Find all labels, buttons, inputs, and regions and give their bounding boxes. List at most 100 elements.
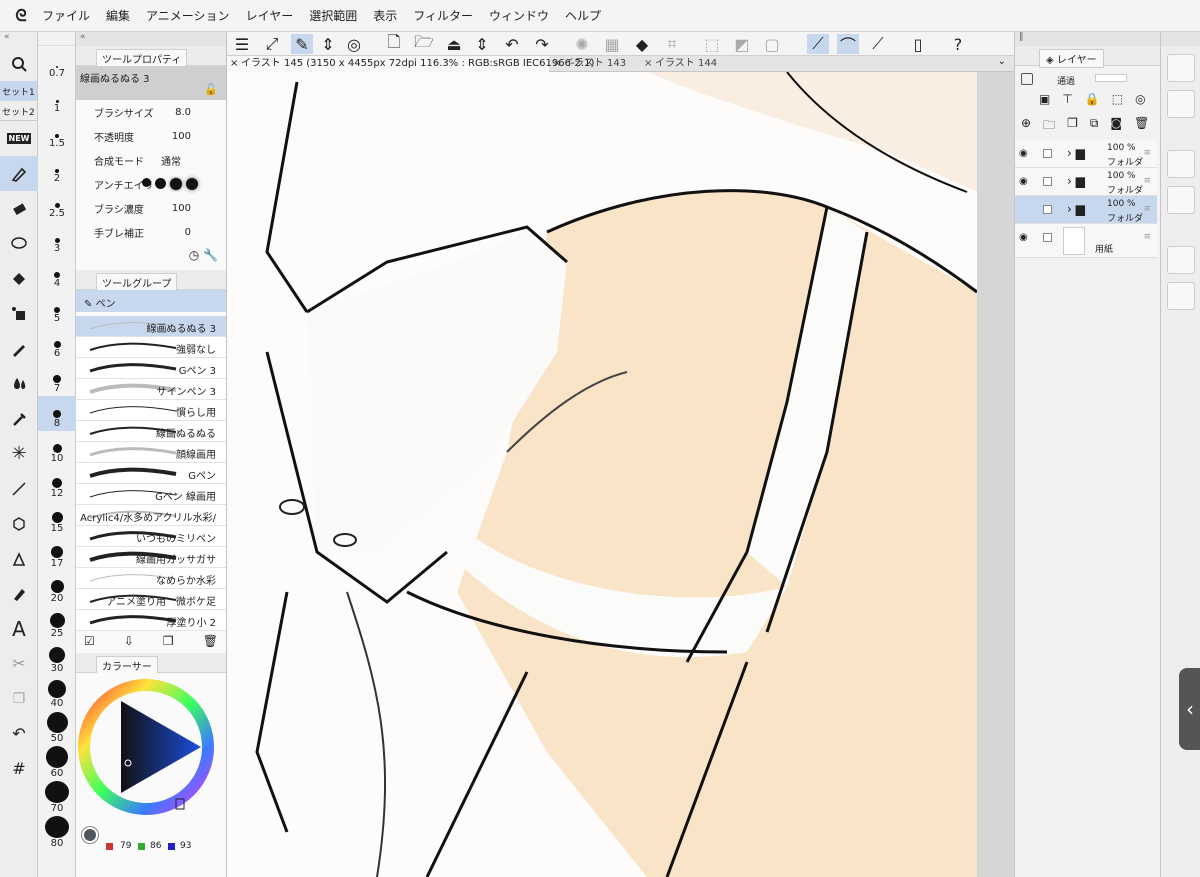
duplicate-icon[interactable]: ❐ — [163, 634, 174, 650]
tab-illust-144[interactable]: × イラスト 144 — [641, 56, 731, 72]
lasso-tool[interactable] — [0, 226, 38, 261]
brush-size-item[interactable]: 70 — [38, 781, 76, 816]
collapse-left-icon[interactable]: « — [0, 32, 37, 46]
new-folder-icon[interactable]: 🗀 — [1043, 116, 1055, 140]
merge-icon[interactable]: ⧉ — [1090, 116, 1099, 140]
blend-mode-row[interactable]: 合成モード 通常 — [76, 148, 226, 172]
menu-help[interactable]: ヘルプ — [565, 7, 601, 24]
brush-size-item[interactable]: 25 — [38, 606, 76, 641]
sub-tool-item[interactable]: Gペン — [76, 463, 226, 484]
fill-tool[interactable] — [0, 261, 38, 296]
dropper-tool[interactable] — [0, 401, 38, 436]
blend-mode-row[interactable]: 通過 — [1015, 66, 1160, 92]
close-icon[interactable]: × — [230, 56, 238, 71]
brush-size-item[interactable]: 4 — [38, 256, 76, 291]
collapse-icon[interactable]: « — [76, 32, 226, 46]
vector-pen-tool[interactable] — [0, 541, 38, 576]
layer-clear-icon[interactable]: ▦ — [601, 34, 623, 54]
open-folder-icon[interactable]: 🗁 — [413, 32, 435, 54]
undo-button[interactable]: ↶ — [0, 716, 38, 751]
brush-size-item[interactable]: 5 — [38, 291, 76, 326]
drag-handle-icon[interactable]: ≡ — [1143, 176, 1151, 186]
sub-tool-item[interactable]: サインペン 3 — [76, 379, 226, 400]
canvas-area[interactable] — [227, 32, 1014, 877]
menu-layer[interactable]: レイヤー — [246, 7, 294, 24]
brush-size-item[interactable]: 17 — [38, 536, 76, 571]
drag-handle-icon[interactable]: ≡ — [1143, 148, 1151, 158]
pattern-tool[interactable] — [0, 296, 38, 331]
3d-tool[interactable] — [0, 506, 38, 541]
loading-icon[interactable]: ✺ — [571, 34, 593, 54]
layer-dock-button[interactable] — [1166, 54, 1195, 82]
copy-layer-icon[interactable]: ❐ — [1067, 116, 1078, 140]
transform-icon[interactable]: ⤢ — [261, 34, 283, 54]
brush-size-item[interactable]: 30 — [38, 641, 76, 676]
zoom-tool[interactable] — [0, 46, 38, 81]
sub-tool-item[interactable]: Acrylic4/水多めアクリル水彩/ — [76, 505, 226, 526]
stepper-icon[interactable]: ⇕ — [317, 34, 339, 54]
layer-row[interactable]: ◉ › ▆ 100 % フォルダ ≡ — [1015, 168, 1157, 196]
selection-border-icon[interactable]: ▢ — [761, 34, 783, 54]
sub-tool-item[interactable]: いつものミリペン — [76, 526, 226, 547]
sub-tool-item[interactable]: なめらか水彩 — [76, 568, 226, 589]
sub-tool-item[interactable]: アニメ塗り用 微ボケ足 — [76, 589, 226, 610]
add-icon[interactable]: ☑ — [84, 634, 95, 650]
menu-selection[interactable]: 選択範囲 — [309, 7, 357, 24]
tab-illust-143[interactable]: × イラスト 143 — [550, 56, 640, 72]
sub-tool-item[interactable]: Gペン 3 — [76, 358, 226, 379]
mask-icon[interactable]: ▣ — [1039, 92, 1050, 116]
help-icon[interactable]: ? — [947, 34, 969, 54]
layer-checkbox[interactable] — [1043, 177, 1052, 186]
color-circle-tab[interactable]: カラーサー — [96, 655, 158, 673]
sub-tool-item[interactable]: 線画ぬるぬる 3 — [76, 316, 226, 337]
pen-tool[interactable] — [0, 156, 38, 191]
tool-group-pen[interactable]: ✎ ペン — [76, 290, 226, 312]
antialias-row[interactable]: アンチエイリ — [76, 172, 226, 196]
tool-group-tab[interactable]: ツールグループ — [96, 272, 178, 290]
undo-icon[interactable]: ↶ — [501, 34, 523, 54]
ruler-snap-icon[interactable]: ⟋ — [807, 34, 829, 54]
grid-button[interactable]: # — [0, 751, 38, 786]
brush-size-item[interactable]: 15 — [38, 501, 76, 536]
blend-tool[interactable] — [0, 366, 38, 401]
lock-icon[interactable]: 🔒 — [1085, 92, 1100, 116]
layer-checkbox[interactable] — [1043, 205, 1052, 214]
antialias-options[interactable] — [142, 178, 198, 190]
bucket-tool[interactable] — [0, 576, 38, 611]
brush-size-item[interactable]: 1 — [38, 81, 76, 116]
sub-tool-set-1[interactable]: セット1 — [0, 81, 37, 101]
close-icon[interactable]: × — [644, 56, 652, 71]
crop-icon[interactable]: ⌗ — [661, 34, 683, 54]
drag-handle-icon[interactable]: ≡ — [1143, 232, 1151, 242]
new-file-icon[interactable]: 🗋 — [383, 32, 405, 54]
tab-illust-145[interactable]: × イラスト 145 (3150 x 4455px 72dpi 116.3% : … — [227, 56, 594, 72]
sub-tool-item[interactable]: 顔線画用 — [76, 442, 226, 463]
brush-size-item[interactable]: 12 — [38, 466, 76, 501]
copy-tool[interactable]: ❐ — [0, 681, 38, 716]
menu-icon[interactable]: ☰ — [231, 34, 253, 54]
brush-size-item[interactable]: 60 — [38, 746, 76, 781]
chevron-down-icon[interactable]: ⌄ — [998, 56, 1006, 67]
navigator-button[interactable] — [1166, 246, 1195, 274]
save-icon[interactable]: ⏏ — [443, 34, 465, 54]
fill-layer-icon[interactable]: ◆ — [631, 34, 653, 54]
eraser-tool[interactable] — [0, 191, 38, 226]
menu-animation[interactable]: アニメーション — [146, 7, 230, 24]
illustration-canvas[interactable] — [227, 32, 1014, 877]
brush-size-item[interactable]: 80 — [38, 816, 76, 851]
layer-property-button[interactable] — [1166, 90, 1195, 118]
menu-view[interactable]: 表示 — [373, 7, 397, 24]
layer-row[interactable]: ◉ › ▆ 100 % フォルダ ≡ — [1015, 140, 1157, 168]
opacity-row[interactable]: 不透明度 100 — [76, 124, 226, 148]
current-color-swatch[interactable] — [82, 827, 98, 843]
new-icon[interactable]: NEW — [0, 121, 38, 156]
preview-button[interactable] — [1166, 282, 1195, 310]
brush-snap-icon[interactable]: ⌒ — [837, 34, 859, 55]
line-tool[interactable] — [0, 471, 38, 506]
sub-tool-item[interactable]: 線画用ガッサガサ — [76, 547, 226, 568]
draft-icon[interactable]: ◎ — [1135, 92, 1145, 116]
clip-icon[interactable]: ⊤ — [1062, 92, 1072, 116]
brush-size-item[interactable]: 6 — [38, 326, 76, 361]
drag-handle-icon[interactable]: ≡ — [1143, 204, 1151, 214]
layer-checkbox[interactable] — [1043, 233, 1052, 242]
